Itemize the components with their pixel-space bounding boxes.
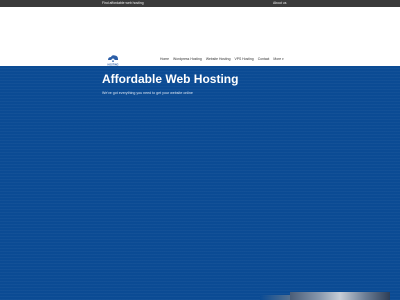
nav-item-vps-hosting[interactable]: VPS Hosting (234, 57, 253, 61)
nav-item-wordpress-hosting[interactable]: Wordpress Hosting (173, 57, 202, 61)
site-logo[interactable]: HOSTING (106, 53, 120, 67)
nav-more-label: More (273, 57, 282, 61)
chevron-down-icon: ▾ (282, 57, 284, 61)
nav-item-more[interactable]: More▾ (273, 57, 283, 61)
cloud-house-logo-icon: HOSTING (108, 55, 119, 67)
hero-subtitle: We've got everything you need to get you… (102, 91, 193, 95)
top-bar: Find affordable web hosting About us (0, 0, 400, 7)
nav-item-contact[interactable]: Contact (258, 57, 270, 61)
about-us-link[interactable]: About us (273, 0, 286, 7)
nav-item-website-hosting[interactable]: Website Hosting (206, 57, 231, 61)
hero-section (0, 66, 400, 300)
nav-item-home[interactable]: Home (160, 57, 169, 61)
topbar-tagline: Find affordable web hosting (102, 1, 144, 5)
hero-image-edge (260, 295, 290, 300)
hero-title: Affordable Web Hosting (102, 72, 239, 86)
main-nav: Home Wordpress Hosting Website Hosting V… (160, 57, 284, 61)
hero-photo (290, 292, 390, 300)
